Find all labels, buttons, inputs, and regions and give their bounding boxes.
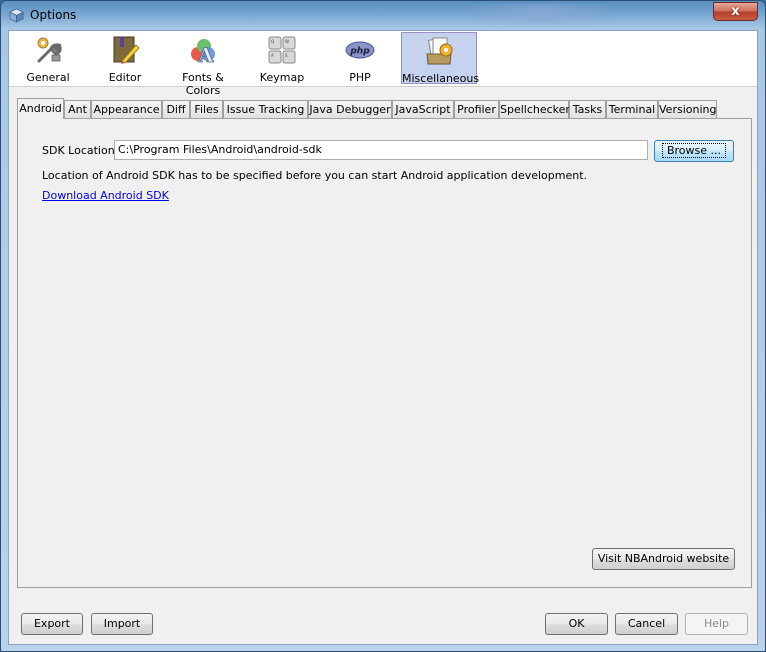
download-sdk-link[interactable]: Download Android SDK <box>42 189 169 202</box>
category-label: Fonts & Colors <box>182 71 224 97</box>
sdk-info-text: Location of Android SDK has to be specif… <box>42 169 588 182</box>
php-logo-icon: php <box>345 41 375 59</box>
svg-text:A: A <box>271 53 274 58</box>
browse-button[interactable]: Browse ... <box>654 140 734 162</box>
tab-java-debugger[interactable]: Java Debugger <box>308 100 392 118</box>
category-label: General <box>26 71 70 84</box>
export-button[interactable]: Export <box>21 613 83 635</box>
category-fonts-colors[interactable]: A Fonts & Colors <box>164 32 242 97</box>
category-toolbar: General Editor A Fonts & Colors Q W A S … <box>9 31 757 97</box>
close-button[interactable]: x <box>713 2 758 21</box>
category-general[interactable]: General <box>16 32 80 84</box>
tab-diff[interactable]: Diff <box>162 100 190 118</box>
tab-appearance[interactable]: Appearance <box>91 100 162 118</box>
window-title: Options <box>30 8 77 22</box>
visit-nbandroid-button[interactable]: Visit NBAndroid website <box>592 548 735 570</box>
keyboard-keys-icon: QW AS <box>268 36 296 64</box>
dialog-content: General Editor A Fonts & Colors Q W A S … <box>8 30 758 645</box>
tab-profiler[interactable]: Profiler <box>454 100 499 118</box>
tab-javascript[interactable]: JavaScript <box>392 100 454 118</box>
svg-text:php: php <box>349 47 370 57</box>
category-keymap[interactable]: QW AS Keymap <box>249 32 315 84</box>
svg-text:Q: Q <box>271 39 274 44</box>
sdk-location-input[interactable]: C:\Program Files\Android\android-sdk <box>114 140 648 160</box>
category-label: Editor <box>108 71 142 84</box>
tab-android[interactable]: Android <box>17 98 64 119</box>
category-editor[interactable]: Editor <box>91 32 159 84</box>
category-php[interactable]: php PHP <box>327 32 393 84</box>
tab-versioning[interactable]: Versioning <box>658 100 717 118</box>
tab-tasks[interactable]: Tasks <box>569 100 606 118</box>
browse-label: Browse ... <box>661 143 727 158</box>
tab-issue-tracking[interactable]: Issue Tracking <box>223 100 308 118</box>
ok-button[interactable]: OK <box>545 613 608 635</box>
category-label: Miscellaneous <box>402 72 480 85</box>
book-pencil-icon <box>113 36 140 64</box>
import-button[interactable]: Import <box>91 613 153 635</box>
tab-files[interactable]: Files <box>190 100 223 118</box>
close-icon: x <box>731 4 740 19</box>
cube-icon <box>9 8 24 23</box>
tab-terminal[interactable]: Terminal <box>606 100 658 118</box>
wrench-gear-icon <box>37 37 62 63</box>
help-button[interactable]: Help <box>685 613 748 635</box>
category-label: PHP <box>349 71 371 84</box>
title-bar[interactable]: Options x <box>1 1 765 30</box>
folder-gear-icon <box>426 37 453 65</box>
fonts-colors-icon: A <box>191 39 215 65</box>
tab-spellchecker[interactable]: Spellchecker <box>499 100 570 118</box>
options-window: Options x General Editor A Fonts & Color… <box>0 0 766 652</box>
background-blur <box>471 5 611 23</box>
svg-text:W: W <box>285 39 289 44</box>
sdk-location-label: SDK Location: <box>42 144 119 157</box>
cancel-button[interactable]: Cancel <box>615 613 678 635</box>
category-label: Keymap <box>259 71 305 84</box>
category-miscellaneous[interactable]: Miscellaneous <box>401 32 480 85</box>
android-panel: SDK Location: C:\Program Files\Android\a… <box>17 118 752 588</box>
svg-text:A: A <box>197 43 214 65</box>
tab-ant[interactable]: Ant <box>64 100 91 118</box>
